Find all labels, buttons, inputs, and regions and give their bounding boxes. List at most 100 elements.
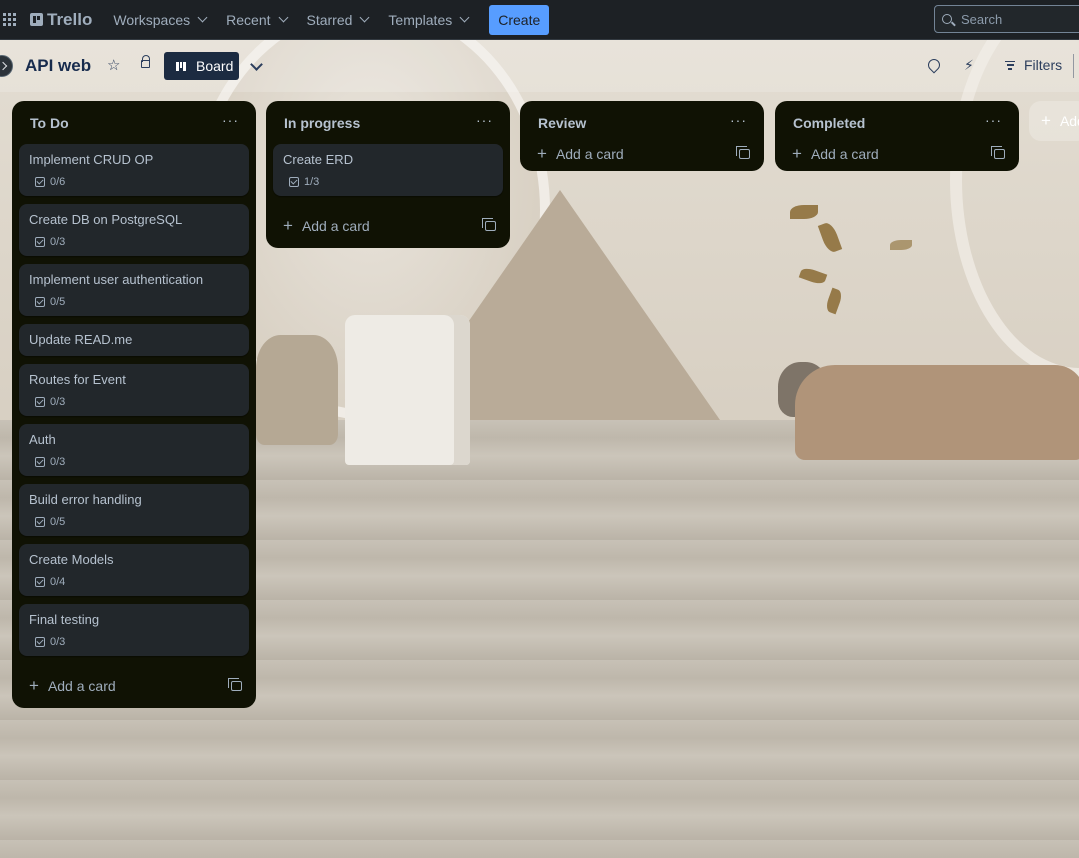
card[interactable]: Create ERD 1/3	[273, 144, 503, 196]
card[interactable]: Implement user authentication 0/5	[19, 264, 249, 316]
checklist-badge: 0/5	[35, 296, 239, 308]
lock-icon[interactable]	[141, 55, 150, 68]
card[interactable]: Implement CRUD OP 0/6	[19, 144, 249, 196]
list-title[interactable]: To Do	[30, 115, 69, 131]
checklist-badge: 0/3	[35, 456, 239, 468]
checklist-badge: 0/5	[35, 516, 239, 528]
search-box[interactable]	[934, 5, 1079, 33]
list-title[interactable]: In progress	[284, 115, 360, 131]
list-header: In progress ···	[273, 101, 503, 144]
chevron-down-icon	[359, 12, 370, 23]
card-title: Implement CRUD OP	[29, 152, 154, 167]
card[interactable]: Create DB on PostgreSQL 0/3	[19, 204, 249, 256]
starred-label: Starred	[306, 11, 353, 28]
board-view-label: Board	[196, 58, 234, 74]
card-title: Implement user authentication	[29, 272, 204, 287]
board-title[interactable]: API web	[25, 56, 91, 76]
plus-icon: +	[1041, 111, 1051, 130]
add-card-row: + Add a card	[19, 664, 249, 708]
card[interactable]: Build error handling 0/5	[19, 484, 249, 536]
logo-text: Trello	[47, 9, 93, 29]
checklist-count: 0/5	[50, 296, 66, 308]
checklist-badge: 1/3	[289, 176, 493, 188]
card-title: Update READ.me	[29, 332, 133, 347]
checklist-icon	[35, 237, 45, 247]
list-completed: Completed ··· + Add a card	[775, 101, 1019, 171]
card-title: Create ERD	[283, 152, 354, 167]
checklist-count: 0/3	[50, 236, 66, 248]
power-ups-icon[interactable]	[925, 56, 943, 74]
checklist-badge: 0/3	[35, 636, 239, 648]
checklist-badge: 0/4	[35, 576, 239, 588]
card-title: Auth	[29, 432, 56, 447]
app-switcher-icon[interactable]	[3, 12, 17, 27]
more-options-icon[interactable]: ···	[985, 113, 1002, 127]
plus-icon: +	[792, 143, 802, 163]
checklist-count: 0/5	[50, 516, 66, 528]
add-card-row: + Add a card	[527, 136, 757, 171]
workspaces-menu[interactable]: Workspaces	[113, 11, 208, 28]
recent-menu[interactable]: Recent	[226, 12, 288, 28]
add-list-label: Add another list	[1059, 113, 1079, 129]
sidebar-expand-button[interactable]	[0, 55, 13, 77]
card[interactable]: Create Models 0/4	[19, 544, 249, 596]
header-divider	[1073, 54, 1074, 78]
more-options-icon[interactable]: ···	[476, 113, 493, 127]
add-list-button[interactable]: + Add another list	[1029, 101, 1079, 141]
create-from-template-icon[interactable]	[228, 678, 242, 691]
list-in-progress: In progress ··· Create ERD 1/3 + Add a c…	[266, 101, 510, 248]
list-review: Review ··· + Add a card	[520, 101, 764, 171]
list-title[interactable]: Review	[538, 115, 586, 131]
chevron-down-icon	[197, 12, 208, 23]
checklist-badge: 0/3	[35, 236, 239, 248]
card[interactable]: Auth 0/3	[19, 424, 249, 476]
list-header: To Do ···	[19, 101, 249, 144]
add-card-button[interactable]: + Add a card	[29, 676, 116, 695]
checklist-count: 0/3	[50, 396, 66, 408]
add-card-button[interactable]: + Add a card	[537, 145, 624, 162]
board-view-icon	[176, 61, 187, 71]
checklist-icon	[289, 177, 299, 187]
card[interactable]: Update READ.me	[19, 324, 249, 356]
more-options-icon[interactable]: ···	[730, 113, 747, 127]
add-card-row: + Add a card	[273, 204, 503, 248]
checklist-icon	[35, 297, 45, 307]
add-card-button[interactable]: + Add a card	[792, 143, 879, 163]
view-switcher-chevron-icon[interactable]	[250, 58, 263, 71]
checklist-icon	[35, 457, 45, 467]
card[interactable]: Final testing 0/3	[19, 604, 249, 656]
create-button[interactable]: Create	[489, 4, 550, 35]
add-card-button[interactable]: + Add a card	[283, 216, 370, 235]
list-title[interactable]: Completed	[793, 115, 865, 131]
filters-label: Filters	[1024, 57, 1063, 73]
search-input[interactable]	[961, 11, 1071, 27]
automation-icon[interactable]: ⚡	[964, 55, 974, 75]
starred-menu[interactable]: Starred	[306, 11, 370, 28]
add-card-label: Add a card	[810, 145, 879, 162]
templates-menu[interactable]: Templates	[388, 12, 470, 28]
checklist-badge: 0/6	[35, 176, 239, 188]
checklist-icon	[35, 517, 45, 527]
plus-icon: +	[283, 216, 293, 235]
board-view-button[interactable]: Board	[164, 52, 239, 80]
checklist-count: 1/3	[304, 176, 320, 188]
workspaces-label: Workspaces	[113, 11, 191, 28]
filters-button[interactable]: Filters	[1005, 57, 1062, 73]
checklist-icon	[35, 397, 45, 407]
card-title: Create Models	[29, 552, 114, 567]
card[interactable]: Routes for Event 0/3	[19, 364, 249, 416]
card-title: Create DB on PostgreSQL	[29, 212, 183, 227]
add-card-row: + Add a card	[782, 136, 1012, 171]
checklist-count: 0/4	[50, 576, 66, 588]
plus-icon: +	[29, 676, 39, 695]
create-from-template-icon[interactable]	[991, 145, 1005, 159]
more-options-icon[interactable]: ···	[222, 113, 239, 127]
create-from-template-icon[interactable]	[736, 145, 750, 159]
checklist-icon	[35, 177, 45, 187]
trello-logo[interactable]: Trello	[30, 10, 92, 30]
star-icon[interactable]: ☆	[107, 56, 120, 76]
create-from-template-icon[interactable]	[482, 218, 496, 231]
filter-icon	[1005, 60, 1015, 70]
checklist-badge: 0/3	[35, 396, 239, 408]
checklist-count: 0/3	[50, 456, 66, 468]
